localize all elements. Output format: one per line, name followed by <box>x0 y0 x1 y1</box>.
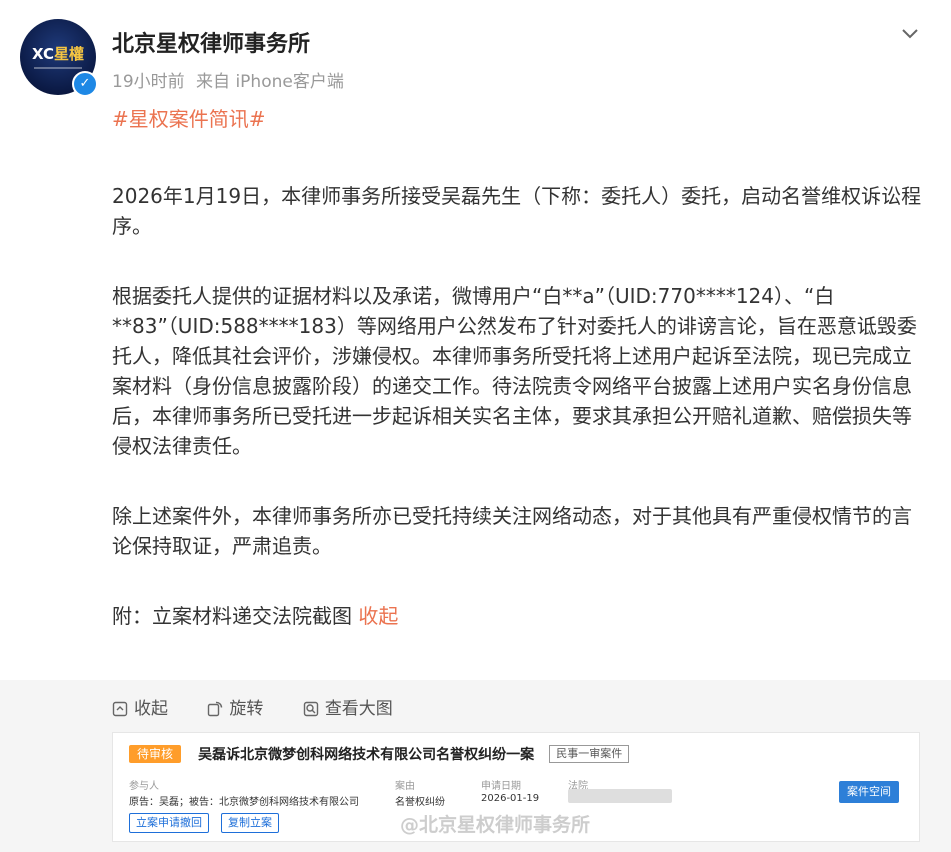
post-source: 来自 iPhone客户端 <box>196 72 344 92</box>
chevron-down-icon[interactable] <box>899 22 921 44</box>
date-value: 2026-01-19 <box>481 793 540 804</box>
post-time: 19小时前 <box>112 72 185 92</box>
view-large-button[interactable]: 查看大图 <box>303 694 393 719</box>
date-label: 申请日期 <box>481 781 521 792</box>
avatar[interactable]: XC星權 ✓ <box>20 19 98 97</box>
attachment-text: 附：立案材料递交法院截图 <box>112 604 352 628</box>
watermark: @北京星权律师事务所 <box>400 814 591 836</box>
status-badge: 待审核 <box>129 744 182 763</box>
rotate-button[interactable]: 旋转 <box>207 694 263 719</box>
rotate-icon <box>208 701 223 717</box>
hashtag-link[interactable]: #星权案件简讯# <box>112 104 927 134</box>
case-title-row: 待审核 吴磊诉北京微梦创科网络技术有限公司名誉权纠纷一案 民事一审案件 <box>129 743 630 764</box>
case-title: 吴磊诉北京微梦创科网络技术有限公司名誉权纠纷一案 <box>198 746 535 763</box>
withdraw-button: 立案申请撤回 <box>129 813 209 833</box>
collapse-button[interactable]: 收起 <box>112 694 168 719</box>
party-value: 原告：吴磊；被告：北京微梦创科网络技术有限公司 <box>129 797 359 808</box>
post-body: #星权案件简讯# 2026年1月19日，本律师事务所接受吴磊先生（下称：委托人）… <box>112 100 927 631</box>
party-label: 参与人 <box>129 781 159 792</box>
case-space-button: 案件空间 <box>839 781 899 803</box>
collapse-icon <box>112 701 128 717</box>
post-meta: 19小时前 来自 iPhone客户端 <box>112 67 350 92</box>
paragraph-1: 2026年1月19日，本律师事务所接受吴磊先生（下称：委托人）委托，启动名誉维权… <box>112 184 922 238</box>
avatar-subline <box>34 67 82 69</box>
image-toolbar: 收起 旋转 查看大图 <box>112 694 427 719</box>
verified-badge-icon: ✓ <box>72 71 98 97</box>
avatar-logo: XC星權 <box>31 45 85 63</box>
case-type-tag: 民事一审案件 <box>549 744 630 763</box>
view-large-icon <box>303 701 319 717</box>
attachment-line: 附：立案材料递交法院截图 收起 <box>112 601 927 631</box>
author-name[interactable]: 北京星权律师事务所 <box>112 26 310 58</box>
paragraph-2: 根据委托人提供的证据材料以及承诺，微博用户“白**a”（UID:770****1… <box>112 284 917 458</box>
post-header: XC星權 ✓ 北京星权律师事务所 19小时前 来自 iPhone客户端 <box>0 0 951 100</box>
paragraph-3: 除上述案件外，本律师事务所亦已受托持续关注网络动态，对于其他具有严重侵权情节的言… <box>112 504 912 558</box>
image-viewer: 收起 旋转 查看大图 待审核 吴磊诉北京微梦创科网络技术有限公司名誉权纠纷一案 … <box>0 680 951 852</box>
cause-value: 名誉权纠纷 <box>395 797 445 808</box>
collapse-text-link[interactable]: 收起 <box>358 604 398 628</box>
cause-label: 案由 <box>395 781 415 792</box>
copy-case-button: 复制立案 <box>221 813 279 833</box>
court-value-redacted <box>568 789 672 803</box>
